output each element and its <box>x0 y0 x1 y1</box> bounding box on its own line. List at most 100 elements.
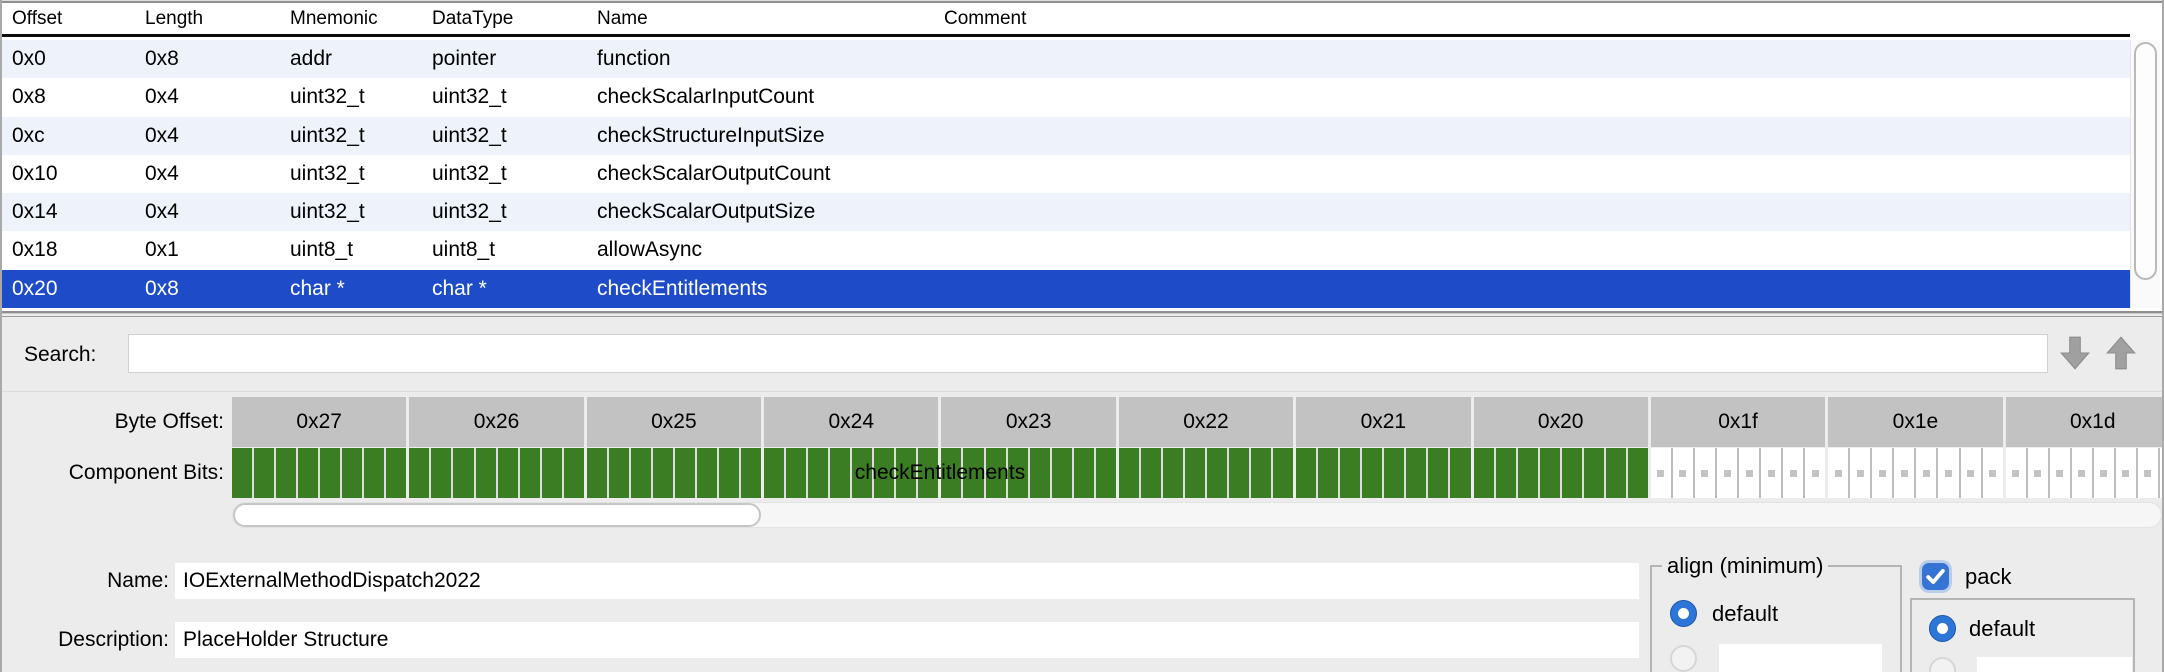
component-bit <box>1251 448 1271 498</box>
column-header-offset[interactable]: Offset <box>2 4 135 34</box>
align-value-field[interactable] <box>1719 644 1882 672</box>
component-bit <box>675 448 695 498</box>
empty-bit <box>1783 448 1803 498</box>
empty-bit <box>1761 448 1781 498</box>
table-row[interactable]: 0x200x8char *char *checkEntitlements <box>2 270 2130 308</box>
pack-checkbox[interactable] <box>1922 563 1949 590</box>
component-bit <box>1584 448 1604 498</box>
align-default-radio-label: default <box>1712 600 1778 627</box>
pack-value-field[interactable] <box>1977 657 2132 672</box>
empty-bit <box>2138 448 2158 498</box>
component-bit <box>476 448 496 498</box>
byte-bit-group[interactable] <box>587 448 761 498</box>
component-bit <box>520 448 540 498</box>
empty-bit <box>2116 448 2136 498</box>
byte-bit-group[interactable] <box>764 448 938 498</box>
name-label: Name: <box>2 563 169 599</box>
component-bit <box>963 448 983 498</box>
cell-mnemonic: uint32_t <box>280 78 422 116</box>
cell-datatype: char * <box>422 270 587 308</box>
component-bit <box>1052 448 1072 498</box>
align-default-radio[interactable] <box>1670 600 1697 627</box>
vertical-scrollbar[interactable] <box>2130 40 2160 308</box>
table-row[interactable]: 0x140x4uint32_tuint32_tcheckScalarOutput… <box>2 193 2130 231</box>
table-row[interactable]: 0x80x4uint32_tuint32_tcheckScalarInputCo… <box>2 78 2130 116</box>
component-bit <box>364 448 384 498</box>
description-field[interactable] <box>175 622 1639 658</box>
byte-bit-group[interactable] <box>1296 448 1470 498</box>
byte-bit-group[interactable] <box>1474 448 1648 498</box>
align-value-radio[interactable] <box>1670 645 1697 672</box>
byte-bit-group[interactable] <box>232 448 406 498</box>
component-bit <box>1096 448 1116 498</box>
empty-bit <box>1938 448 1958 498</box>
byte-bit-group[interactable] <box>2006 448 2164 498</box>
component-bit <box>1273 448 1293 498</box>
column-header-comment[interactable]: Comment <box>934 4 2130 34</box>
byte-offset-cell: 0x23 <box>941 397 1115 447</box>
table-row[interactable]: 0x100x4uint32_tuint32_tcheckScalarOutput… <box>2 155 2130 193</box>
cell-mnemonic: addr <box>280 40 422 78</box>
component-bit <box>498 448 518 498</box>
byte-bit-group[interactable] <box>1651 448 1825 498</box>
horizontal-scrollbar-thumb[interactable] <box>233 503 761 527</box>
structure-details-panel: Name: Description: align (minimum) defau… <box>2 535 2164 672</box>
column-header-name[interactable]: Name <box>587 4 934 34</box>
component-bit <box>1074 448 1094 498</box>
component-bit <box>808 448 828 498</box>
table-row[interactable]: 0x00x8addrpointerfunction <box>2 40 2130 78</box>
search-input[interactable] <box>128 334 2048 373</box>
component-bit <box>431 448 451 498</box>
column-header-mnemonic[interactable]: Mnemonic <box>280 4 422 34</box>
structure-table-header: OffsetLengthMnemonicDataTypeNameComment <box>2 4 2130 37</box>
component-bit <box>1362 448 1382 498</box>
component-bits-label: Component Bits: <box>2 448 224 498</box>
component-bit <box>276 448 296 498</box>
empty-bit <box>2160 448 2164 498</box>
byte-bit-group[interactable] <box>941 448 1115 498</box>
table-row[interactable]: 0xc0x4uint32_tuint32_tcheckStructureInpu… <box>2 117 2130 155</box>
byte-offset-cell: 0x1e <box>1828 397 2002 447</box>
component-bit <box>587 448 607 498</box>
name-field[interactable] <box>175 563 1639 599</box>
component-bit <box>1207 448 1227 498</box>
cell-name: checkStructureInputSize <box>587 117 934 155</box>
byte-bit-group[interactable] <box>1119 448 1293 498</box>
empty-bit <box>1805 448 1825 498</box>
component-bit <box>1474 448 1494 498</box>
byte-offset-cell: 0x26 <box>409 397 583 447</box>
component-bit <box>764 448 784 498</box>
search-previous-button[interactable] <box>2102 334 2140 372</box>
structure-table-rows: 0x00x8addrpointerfunction0x80x4uint32_tu… <box>2 40 2130 308</box>
byte-bit-group[interactable] <box>409 448 583 498</box>
cell-mnemonic: uint32_t <box>280 193 422 231</box>
byte-bit-group[interactable] <box>1828 448 2002 498</box>
search-next-button[interactable] <box>2056 334 2094 372</box>
cell-datatype: pointer <box>422 40 587 78</box>
cell-length: 0x8 <box>135 270 280 308</box>
component-bit <box>1318 448 1338 498</box>
cell-offset: 0x10 <box>2 155 135 193</box>
cell-datatype: uint32_t <box>422 155 587 193</box>
cell-offset: 0x18 <box>2 231 135 269</box>
empty-bit <box>1828 448 1848 498</box>
align-minimum-group: align (minimum) default <box>1650 565 1902 672</box>
panel-splitter[interactable] <box>2 309 2162 316</box>
byte-offset-cell: 0x22 <box>1119 397 1293 447</box>
byte-offset-cell: 0x20 <box>1474 397 1648 447</box>
table-row[interactable]: 0x180x1uint8_tuint8_tallowAsync <box>2 231 2130 269</box>
empty-bit <box>1695 448 1715 498</box>
component-bit <box>1229 448 1249 498</box>
column-header-datatype[interactable]: DataType <box>422 4 587 34</box>
pack-default-radio[interactable] <box>1929 615 1956 642</box>
align-group-title: align (minimum) <box>1662 553 1828 579</box>
vertical-scrollbar-thumb[interactable] <box>2134 42 2157 280</box>
cell-mnemonic: uint8_t <box>280 231 422 269</box>
column-header-length[interactable]: Length <box>135 4 280 34</box>
cell-comment <box>934 155 2130 193</box>
byte-offset-cell: 0x1f <box>1651 397 1825 447</box>
pack-value-radio[interactable] <box>1929 657 1956 672</box>
horizontal-scrollbar[interactable] <box>232 502 2162 528</box>
cell-mnemonic: uint32_t <box>280 117 422 155</box>
component-bit <box>786 448 806 498</box>
